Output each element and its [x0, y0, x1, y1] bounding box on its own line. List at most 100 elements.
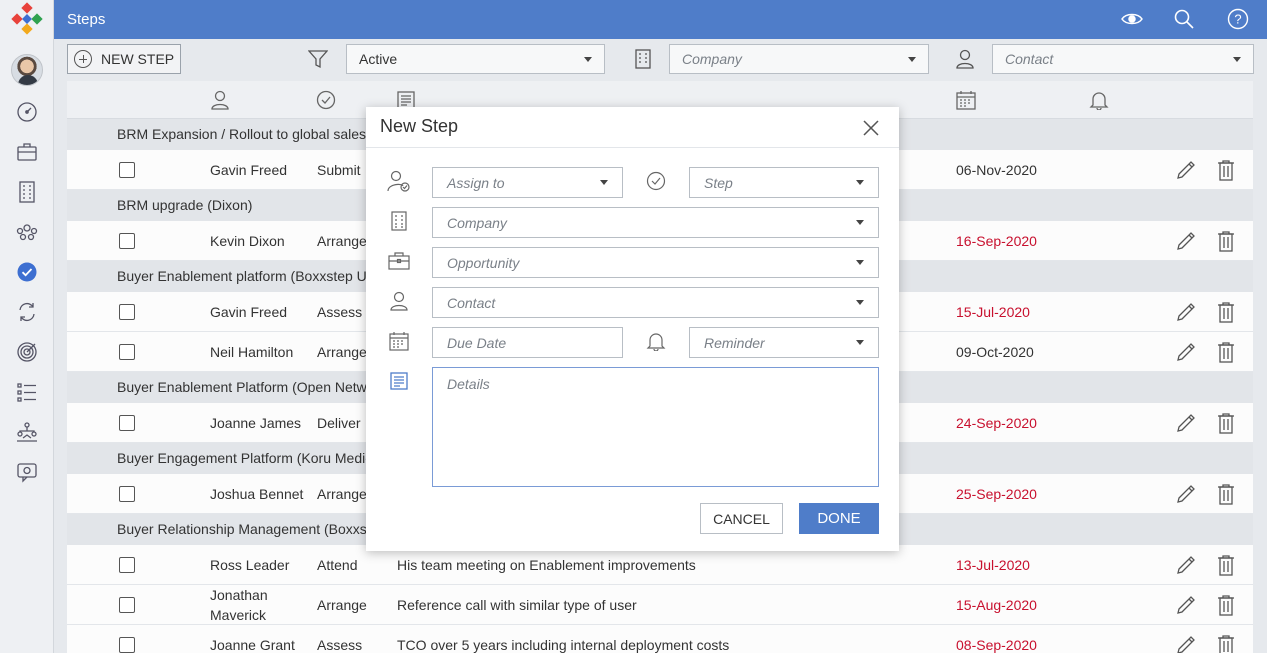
- delete-trash-icon[interactable]: [1215, 554, 1237, 576]
- step-type: Attend: [317, 557, 358, 573]
- assignee-name: Jonathan Maverick: [210, 587, 268, 623]
- reminder-bell-icon: [644, 329, 668, 353]
- assignee-name: Joanne James: [210, 415, 302, 431]
- opportunity-briefcase-icon: [387, 249, 411, 273]
- row-checkbox[interactable]: [119, 304, 135, 320]
- edit-pencil-icon[interactable]: [1175, 159, 1197, 181]
- company-filter-value: Company: [682, 51, 742, 67]
- assignee-name: Joanne Grant: [210, 637, 295, 653]
- target-icon[interactable]: [14, 339, 40, 365]
- contact-filter-select[interactable]: Contact: [992, 44, 1254, 74]
- due-date: 15-Jul-2020: [956, 304, 1030, 320]
- delete-trash-icon[interactable]: [1215, 230, 1237, 252]
- edit-pencil-icon[interactable]: [1175, 634, 1197, 653]
- step-column-check-icon[interactable]: [315, 89, 337, 111]
- checklist-icon[interactable]: [14, 379, 40, 405]
- plus-circle-icon: [74, 50, 92, 68]
- people-group-icon[interactable]: [14, 219, 40, 245]
- row-checkbox[interactable]: [119, 637, 135, 653]
- due-date-calendar-icon[interactable]: [955, 89, 977, 111]
- refresh-cycle-icon[interactable]: [14, 299, 40, 325]
- edit-pencil-icon[interactable]: [1175, 594, 1197, 616]
- table-row[interactable]: Ross Leader Attend His team meeting on Ena…: [67, 545, 1253, 585]
- help-icon[interactable]: ?: [1226, 8, 1250, 30]
- row-checkbox[interactable]: [119, 233, 135, 249]
- chevron-down-icon: [856, 260, 864, 265]
- delete-trash-icon[interactable]: [1215, 634, 1237, 653]
- row-checkbox[interactable]: [119, 344, 135, 360]
- opportunity-select[interactable]: Opportunity: [432, 247, 879, 278]
- due-date-input[interactable]: Due Date: [432, 327, 623, 358]
- status-filter-select[interactable]: Active: [346, 44, 605, 74]
- row-checkbox[interactable]: [119, 415, 135, 431]
- due-date: 24-Sep-2020: [956, 415, 1037, 431]
- edit-pencil-icon[interactable]: [1175, 554, 1197, 576]
- filter-funnel-icon[interactable]: [307, 48, 329, 70]
- dashboard-gauge-icon[interactable]: [14, 99, 40, 125]
- assignee-name: Ross Leader: [210, 557, 290, 573]
- search-icon[interactable]: [1172, 8, 1196, 30]
- calendar-icon: [387, 329, 411, 353]
- done-button[interactable]: DONE: [799, 503, 879, 534]
- assign-to-select[interactable]: Assign to: [432, 167, 623, 198]
- row-checkbox[interactable]: [119, 486, 135, 502]
- delete-trash-icon[interactable]: [1215, 341, 1237, 363]
- step-type: Assess: [317, 304, 363, 320]
- row-checkbox[interactable]: [119, 597, 135, 613]
- briefcase-icon[interactable]: [14, 139, 40, 165]
- table-row[interactable]: Joanne Grant Assess TCO over 5 years inclu…: [67, 625, 1253, 653]
- new-step-label: NEW STEP: [101, 51, 175, 67]
- app-logo-icon[interactable]: [10, 2, 44, 36]
- assignee-name: Kevin Dixon: [210, 233, 285, 249]
- details-placeholder: Details: [447, 376, 490, 392]
- new-step-button[interactable]: NEW STEP: [67, 44, 181, 74]
- delete-trash-icon[interactable]: [1215, 301, 1237, 323]
- step-type: Deliver: [317, 415, 361, 431]
- edit-pencil-icon[interactable]: [1175, 301, 1197, 323]
- row-checkbox[interactable]: [119, 557, 135, 573]
- new-step-dialog: New Step Assign to Step Company Opportun…: [366, 107, 899, 551]
- company-building-icon[interactable]: [14, 179, 40, 205]
- details-textarea[interactable]: Details: [432, 367, 879, 487]
- delete-trash-icon[interactable]: [1215, 159, 1237, 181]
- contact-select[interactable]: Contact: [432, 287, 879, 318]
- row-checkbox[interactable]: [119, 162, 135, 178]
- step-details: Reference call with similar type of user: [397, 597, 637, 613]
- assign-to-value: Assign to: [447, 174, 505, 191]
- opportunity-value: Opportunity: [447, 254, 520, 271]
- cancel-button[interactable]: CANCEL: [700, 503, 783, 534]
- chevron-down-icon: [908, 56, 916, 62]
- table-row[interactable]: Jonathan Maverick Arrange Reference call w…: [67, 585, 1253, 625]
- company-filter-select[interactable]: Company: [669, 44, 929, 74]
- sidebar: [0, 0, 54, 653]
- edit-pencil-icon[interactable]: [1175, 412, 1197, 434]
- avatar[interactable]: [11, 54, 43, 86]
- delete-trash-icon[interactable]: [1215, 594, 1237, 616]
- due-date: 16-Sep-2020: [956, 233, 1037, 249]
- chevron-down-icon: [584, 56, 592, 62]
- chat-bubble-icon[interactable]: [14, 459, 40, 485]
- delete-trash-icon[interactable]: [1215, 412, 1237, 434]
- reminder-select[interactable]: Reminder: [689, 327, 879, 358]
- company-select[interactable]: Company: [432, 207, 879, 238]
- step-select[interactable]: Step: [689, 167, 879, 198]
- close-icon[interactable]: [861, 118, 881, 138]
- edit-pencil-icon[interactable]: [1175, 341, 1197, 363]
- reminder-bell-icon[interactable]: [1088, 89, 1110, 111]
- delete-trash-icon[interactable]: [1215, 483, 1237, 505]
- contact-person-icon: [387, 289, 411, 313]
- steps-check-icon[interactable]: [14, 259, 40, 285]
- org-chart-icon[interactable]: [14, 419, 40, 445]
- step-details: TCO over 5 years including internal depl…: [397, 637, 730, 653]
- chevron-down-icon: [856, 180, 864, 185]
- assignee-column-icon[interactable]: [209, 89, 231, 111]
- assign-user-check-icon: [387, 169, 411, 193]
- edit-pencil-icon[interactable]: [1175, 230, 1197, 252]
- contact-person-icon: [954, 48, 976, 70]
- due-date: 15-Aug-2020: [956, 597, 1037, 613]
- dialog-title: New Step: [380, 116, 459, 136]
- chevron-down-icon: [1233, 56, 1241, 62]
- dialog-divider: [366, 147, 899, 148]
- eye-icon[interactable]: [1120, 8, 1144, 30]
- edit-pencil-icon[interactable]: [1175, 483, 1197, 505]
